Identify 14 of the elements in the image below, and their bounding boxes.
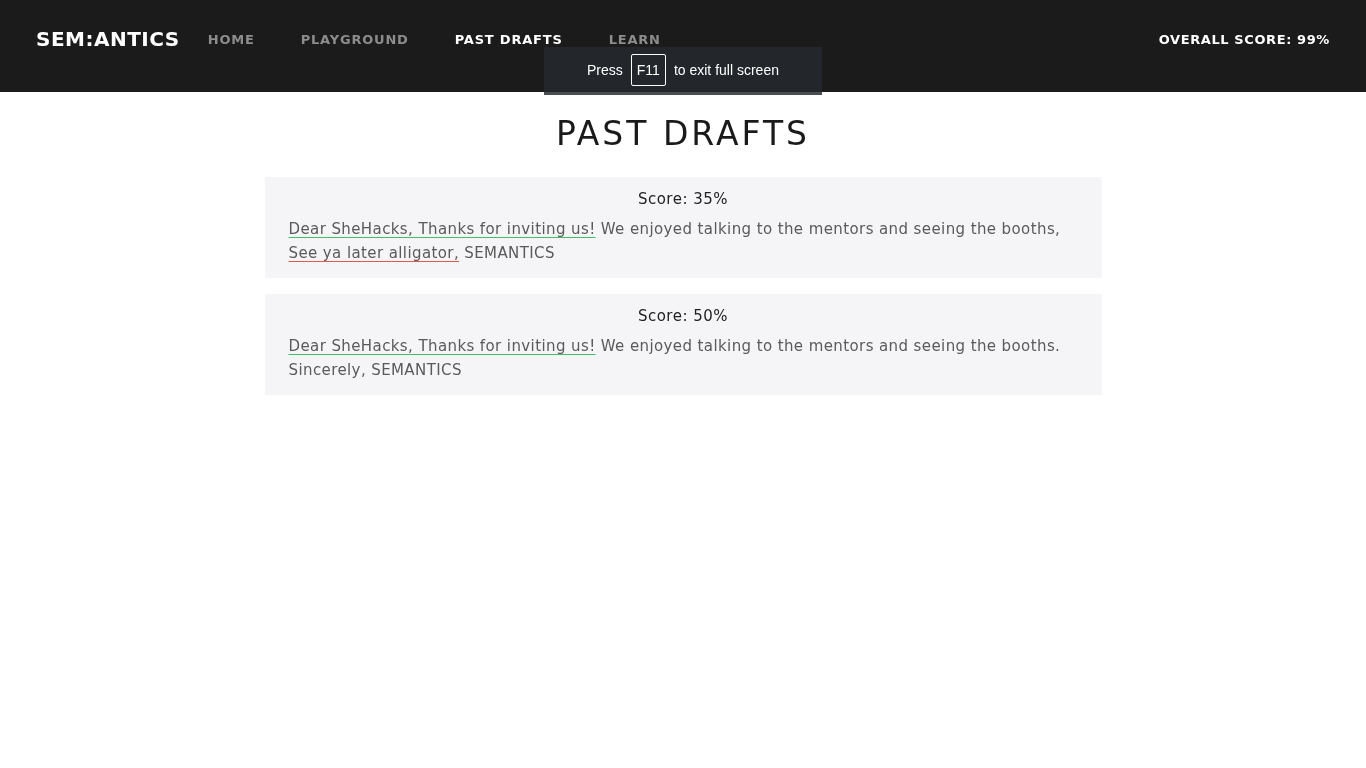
nav-link[interactable]: PLAYGROUND	[300, 31, 409, 47]
nav-link[interactable]: HOME	[207, 31, 255, 47]
key-label: F11	[630, 53, 666, 86]
brand-logo[interactable]: SEM:ANTICS	[36, 27, 180, 51]
notice-text: to exit full screen	[673, 61, 779, 78]
overall-score: OVERALL SCORE: 99%	[1158, 31, 1330, 47]
draft-text: Dear SheHacks, Thanks for inviting us! We enjoyed talking to the mentors and seeing the booths. Sincerely, SEMANTICS	[288, 336, 1062, 381]
draft-score: Score: 35%	[636, 190, 730, 208]
nav-link[interactable]: LEARN	[608, 31, 661, 47]
page-title: PAST DRAFTS	[554, 114, 811, 153]
notice-text: Press	[587, 61, 623, 78]
draft-score: Score: 50%	[636, 307, 730, 325]
nav-link[interactable]: PAST DRAFTS	[454, 31, 563, 47]
draft-text: Dear SheHacks, Thanks for inviting us! We enjoyed talking to the mentors and seeing the booths, See ya later alligator, SEMANTICS	[288, 219, 1062, 264]
